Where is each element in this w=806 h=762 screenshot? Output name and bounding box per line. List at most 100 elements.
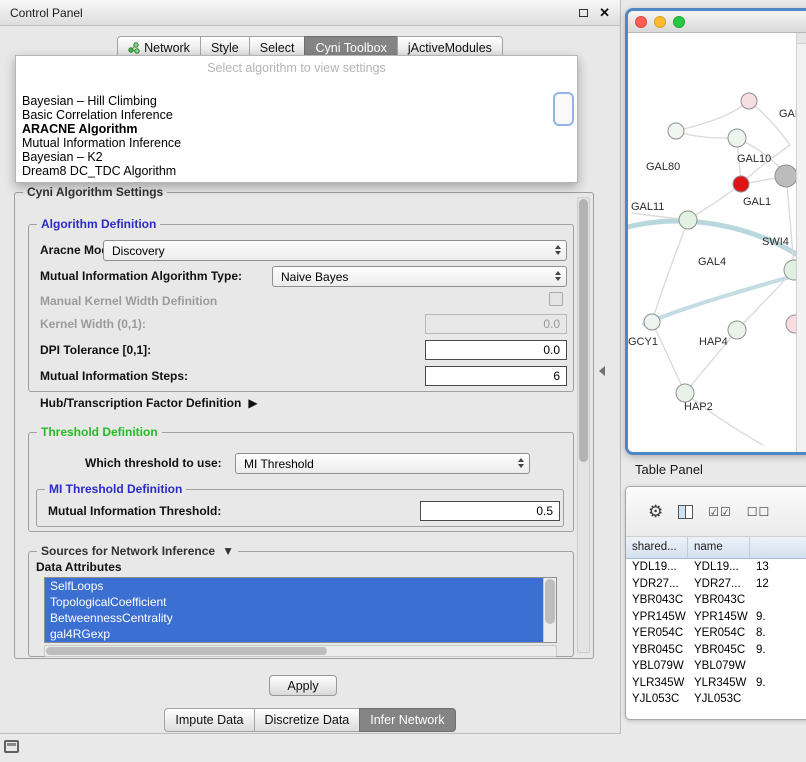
mi-steps-input[interactable]: 6 — [425, 366, 567, 386]
table-row[interactable]: YBR043CYBR043C — [626, 592, 806, 609]
algorithm-option[interactable]: Mutual Information Inference — [16, 136, 577, 150]
tab-label: Style — [211, 41, 239, 55]
table-row[interactable]: YBL079WYBL079W — [626, 658, 806, 675]
attribute-item[interactable]: gal4RGexp — [45, 626, 543, 642]
kernel-width-label: Kernel Width (0,1): — [40, 317, 146, 331]
sources-toggle[interactable]: Sources for Network Inference▼ — [37, 544, 238, 558]
network-svg[interactable]: GAL7GAL80GAL10GAL11GAL1SWI4GAL4GCY1HAP4H… — [628, 33, 796, 452]
network-node[interactable] — [728, 129, 746, 147]
minimize-traffic-light-icon[interactable] — [654, 16, 666, 28]
network-edge[interactable] — [652, 220, 688, 322]
node-label: HAP4 — [699, 336, 728, 348]
network-node[interactable] — [775, 165, 796, 187]
network-node[interactable] — [741, 93, 757, 109]
table-row[interactable]: YER054CYER054C8. — [626, 625, 806, 642]
attribute-item[interactable]: TopologicalCoefficient — [45, 594, 543, 610]
scrollbar-thumb[interactable] — [579, 199, 588, 462]
network-edge[interactable] — [652, 322, 685, 393]
table-row[interactable]: YLR345WYLR345W9. — [626, 675, 806, 692]
table-cell: 8. — [750, 625, 806, 642]
network-node[interactable] — [679, 211, 697, 229]
table-row[interactable]: YPR145WYPR145W9. — [626, 609, 806, 626]
control-panel-titlebar[interactable]: Control Panel ✕ — [0, 0, 620, 26]
attributes-vertical-scrollbar[interactable] — [543, 578, 556, 642]
gear-icon[interactable]: ⚙ — [648, 503, 663, 520]
network-edge[interactable] — [688, 184, 741, 220]
which-threshold-select[interactable]: MI Threshold — [235, 453, 530, 474]
network-window-titlebar[interactable] — [628, 11, 806, 33]
splitter-collapse-icon[interactable] — [599, 366, 605, 376]
scrollbar-thumb[interactable] — [545, 579, 555, 624]
bottom-tab-discretize-data[interactable]: Discretize Data — [254, 708, 361, 732]
table-row[interactable]: YBR045CYBR045C9. — [626, 642, 806, 659]
bottom-tab-bar: Impute DataDiscretize DataInfer Network — [0, 708, 621, 732]
table-cell — [750, 592, 806, 609]
attribute-item[interactable]: BetweennessCentrality — [45, 610, 543, 626]
network-scrollbar[interactable] — [796, 33, 806, 452]
network-canvas[interactable]: GAL7GAL80GAL10GAL11GAL1SWI4GAL4GCY1HAP4H… — [628, 33, 806, 452]
network-edge[interactable] — [786, 176, 794, 270]
data-attributes-list[interactable]: SelfLoopsTopologicalCoefficientBetweenne… — [44, 577, 557, 643]
table-cell: YLR345W — [688, 675, 750, 692]
mi-threshold-input[interactable]: 0.5 — [420, 501, 560, 521]
which-threshold-label: Which threshold to use: — [85, 456, 222, 470]
help-button[interactable] — [553, 92, 574, 126]
which-threshold-value: MI Threshold — [244, 457, 314, 471]
algorithm-option[interactable]: Dream8 DC_TDC Algorithm — [16, 164, 577, 178]
table-row[interactable]: YJL053CYJL053C — [626, 691, 806, 708]
table-toolbar: ⚙ ☑☑ ☐☐ — [626, 487, 806, 537]
table-header-cell[interactable] — [750, 537, 806, 558]
network-tab-icon — [128, 42, 140, 54]
table-row[interactable]: YDL19...YDL19...13 — [626, 559, 806, 576]
network-node[interactable] — [786, 315, 796, 333]
table-cell: 12 — [750, 576, 806, 593]
dpi-tolerance-input[interactable]: 0.0 — [425, 340, 567, 360]
network-edge[interactable] — [644, 273, 796, 324]
node-label: GCY1 — [628, 336, 658, 348]
network-node[interactable] — [733, 176, 749, 192]
network-edge[interactable] — [676, 101, 749, 131]
table-cell: YER054C — [626, 625, 688, 642]
cyni-settings-group-title: Cyni Algorithm Settings — [23, 185, 167, 199]
attributes-horizontal-scrollbar[interactable] — [44, 645, 557, 657]
network-node[interactable] — [644, 314, 660, 330]
scrollbar-thumb[interactable] — [46, 647, 327, 655]
settings-scrollbar[interactable] — [577, 197, 590, 653]
aracne-mode-select[interactable]: Discovery — [103, 240, 567, 261]
columns-icon[interactable] — [678, 505, 693, 519]
table-panel-title: Table Panel — [635, 462, 703, 477]
table-cell: YPR145W — [626, 609, 688, 626]
scroll-up-icon[interactable] — [797, 33, 806, 44]
network-node[interactable] — [668, 123, 684, 139]
panel-dock-icon[interactable] — [4, 740, 19, 753]
dpi-tolerance-label: DPI Tolerance [0,1]: — [40, 343, 151, 357]
hub-section-toggle[interactable]: Hub/Transcription Factor Definition▶ — [40, 396, 258, 410]
table-header-cell[interactable]: name — [688, 537, 750, 558]
network-node[interactable] — [728, 321, 746, 339]
apply-button[interactable]: Apply — [269, 675, 337, 696]
zoom-traffic-light-icon[interactable] — [673, 16, 685, 28]
table-cell: YBR045C — [626, 642, 688, 659]
network-node[interactable] — [676, 384, 694, 402]
deselect-all-icon[interactable]: ☐☐ — [747, 505, 771, 519]
algorithm-definition-title: Algorithm Definition — [37, 217, 160, 231]
close-icon[interactable]: ✕ — [599, 6, 610, 19]
node-label: GAL80 — [646, 161, 680, 173]
network-edge[interactable] — [737, 270, 794, 330]
attribute-item[interactable]: SelfLoops — [45, 578, 543, 594]
manual-kernel-checkbox — [549, 292, 563, 306]
node-label: HAP2 — [684, 401, 713, 413]
table-header-cell[interactable]: shared... — [626, 537, 688, 558]
float-window-icon[interactable] — [579, 9, 588, 17]
algorithm-option[interactable]: Bayesian – K2 — [16, 150, 577, 164]
table-row[interactable]: YDR27...YDR27...12 — [626, 576, 806, 593]
bottom-tab-impute-data[interactable]: Impute Data — [164, 708, 254, 732]
algorithm-option[interactable]: Bayesian – Hill Climbing — [16, 94, 577, 108]
close-traffic-light-icon[interactable] — [635, 16, 647, 28]
algorithm-option[interactable]: ARACNE Algorithm — [16, 122, 577, 136]
mi-type-select[interactable]: Naive Bayes — [272, 266, 567, 287]
bottom-tab-infer-network[interactable]: Infer Network — [359, 708, 455, 732]
select-all-icon[interactable]: ☑☑ — [708, 505, 732, 519]
data-attributes-list-items: SelfLoopsTopologicalCoefficientBetweenne… — [45, 578, 543, 642]
algorithm-option[interactable]: Basic Correlation Inference — [16, 108, 577, 122]
